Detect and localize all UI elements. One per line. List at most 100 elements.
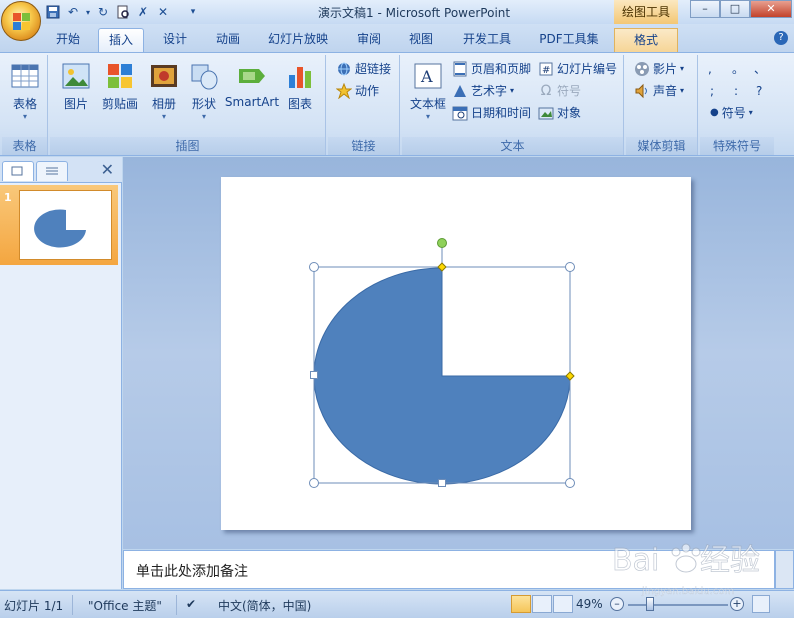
slide-sorter-view-button[interactable] [532, 595, 552, 613]
textbox-icon: A [413, 61, 443, 91]
hyperlink-label: 超链接 [355, 62, 392, 76]
outline-tab[interactable] [36, 161, 68, 181]
tab-format[interactable]: 格式 [614, 28, 678, 52]
tab-insert[interactable]: 插入 [98, 28, 144, 52]
close-button[interactable]: ✕ [750, 0, 792, 18]
slide-thumbnail [19, 190, 112, 260]
redo-icon[interactable]: ↻ [94, 3, 112, 21]
undo-icon[interactable]: ↶ [64, 3, 82, 21]
hyperlink-button[interactable]: 超链接 [336, 59, 391, 79]
slide-editing-area [123, 157, 794, 549]
help-icon[interactable]: ? [774, 31, 788, 45]
undo-dropdown-icon[interactable]: ▾ [84, 3, 92, 21]
resize-handle-bottom [438, 479, 446, 487]
wordart-button[interactable]: 艺术字 ▾ [452, 81, 514, 101]
slide-thumbnail-item[interactable]: 1 [0, 185, 118, 265]
symbol-semicolon-button[interactable]: ; [710, 81, 714, 101]
sound-button[interactable]: 声音 ▾ [634, 81, 684, 101]
album-button[interactable]: 相册 ▾ [142, 59, 186, 121]
group-label-tables: 表格 [2, 137, 47, 155]
symbol-button[interactable]: Ω 符号 [538, 81, 581, 101]
action-button[interactable]: 动作 [335, 81, 379, 101]
notes-placeholder: 单击此处添加备注 [136, 564, 248, 580]
group-label-symbols: 特殊符号 [700, 137, 774, 155]
picture-button[interactable]: 图片 [54, 59, 98, 112]
close-doc-icon[interactable]: ✕ [154, 3, 172, 21]
symbol-colon-button[interactable]: : [734, 81, 738, 101]
object-icon [538, 105, 554, 121]
status-language[interactable]: 中文(简体，中国) [218, 597, 311, 614]
header-footer-button[interactable]: 页眉和页脚 [452, 59, 531, 79]
zoom-level[interactable]: 49% [576, 597, 603, 611]
tab-view[interactable]: 视图 [400, 28, 442, 52]
zoom-out-button[interactable]: – [610, 597, 624, 611]
cut-icon[interactable]: ✗ [134, 3, 152, 21]
minimize-button[interactable]: – [690, 0, 720, 18]
tab-developer[interactable]: 开发工具 [456, 28, 518, 52]
symbol-question-button[interactable]: ? [756, 81, 762, 101]
qat-customize-icon[interactable]: ▾ [188, 3, 198, 21]
title-bar: ↶ ▾ ↻ ✗ ✕ ▾ 演示文稿1 - Microsoft PowerPoint… [0, 0, 794, 41]
special-symbol-dropdown-icon: ▾ [748, 108, 753, 117]
picture-label: 图片 [63, 97, 88, 111]
resize-handle-top-left [309, 262, 319, 272]
zoom-slider-thumb[interactable] [646, 597, 654, 611]
album-dropdown-icon: ▾ [161, 112, 166, 121]
symbol-enum-comma-button[interactable]: 、 [754, 59, 766, 79]
datetime-button[interactable]: 日期和时间 [452, 103, 531, 123]
tab-pdf-tools[interactable]: PDF工具集 [532, 28, 606, 52]
slides-tab[interactable] [2, 161, 34, 181]
notes-scrollbar[interactable] [775, 550, 794, 589]
chart-button[interactable]: 图表 [278, 59, 322, 112]
slide-drawing [309, 238, 575, 488]
slide-number-button[interactable]: # 幻灯片编号 [538, 59, 617, 79]
object-button[interactable]: 对象 [538, 103, 581, 123]
clipart-label: 剪贴画 [101, 97, 138, 111]
group-links: 超链接 动作 链接 [328, 55, 400, 155]
shapes-button[interactable]: 形状 ▾ [182, 59, 226, 121]
table-button[interactable]: 表格 ▾ [3, 59, 47, 121]
movie-button[interactable]: 影片 ▾ [634, 59, 684, 79]
fit-to-window-button[interactable] [752, 595, 770, 613]
zoom-in-button[interactable]: + [730, 597, 744, 611]
save-icon[interactable] [44, 3, 62, 21]
notes-pane[interactable]: 单击此处添加备注 [123, 550, 775, 589]
textbox-button[interactable]: A 文本框 ▾ [406, 59, 450, 121]
symbol-comma-button[interactable]: , [708, 59, 712, 79]
symbol-period-button[interactable]: 。 [732, 59, 744, 79]
tab-animation[interactable]: 动画 [206, 28, 250, 52]
symbol-label: 符号 [557, 84, 582, 98]
special-symbol-label: 符号 [721, 106, 746, 120]
clipart-button[interactable]: 剪贴画 [98, 59, 142, 112]
slideshow-view-button[interactable] [553, 595, 573, 613]
hyperlink-icon [336, 61, 352, 77]
wordart-icon [452, 83, 468, 99]
resize-handle-left [310, 371, 318, 379]
normal-view-button[interactable] [511, 595, 531, 613]
slides-pane: ✕ 1 [0, 157, 122, 589]
header-footer-icon [452, 61, 468, 77]
tab-design[interactable]: 设计 [152, 28, 198, 52]
sound-label: 声音 [653, 84, 678, 98]
quick-access-toolbar: ↶ ▾ ↻ ✗ ✕ ▾ [44, 3, 198, 21]
spellcheck-icon[interactable]: ✔ [186, 597, 196, 611]
group-illustrations: 图片 剪贴画 相册 ▾ 形状 ▾ SmartArt 图表 插图 [50, 55, 326, 155]
close-pane-icon[interactable]: ✕ [101, 160, 114, 179]
picture-icon [61, 61, 91, 91]
tab-review[interactable]: 审阅 [348, 28, 390, 52]
print-preview-icon[interactable] [114, 3, 132, 21]
album-label: 相册 [151, 97, 176, 111]
tab-home[interactable]: 开始 [48, 28, 88, 52]
group-special-symbols: , 。 、 ; : ? ● 符号 ▾ 特殊符号 [700, 55, 774, 155]
ribbon-tabs: 开始 插入 设计 动画 幻灯片放映 审阅 视图 开发工具 PDF工具集 格式 ? [0, 24, 794, 52]
tab-slideshow[interactable]: 幻灯片放映 [262, 28, 334, 52]
slide-canvas[interactable] [221, 177, 691, 530]
special-symbol-button[interactable]: ● 符号 ▾ [710, 103, 753, 123]
office-button[interactable] [1, 1, 41, 41]
maximize-button[interactable]: □ [720, 0, 750, 18]
smartart-button[interactable]: SmartArt [224, 59, 280, 109]
window-controls: – □ ✕ [690, 0, 792, 18]
slide-number-icon: # [538, 61, 554, 77]
zoom-slider-track[interactable] [628, 604, 728, 606]
action-star-icon [335, 82, 353, 100]
